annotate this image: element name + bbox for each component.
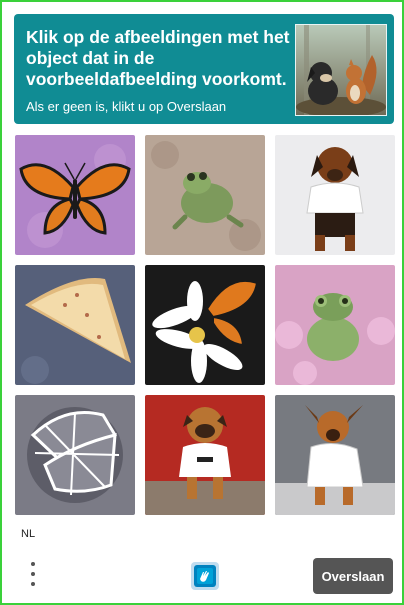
challenge-subtitle: Als er geen is, klikt u op Overslaan <box>26 99 227 114</box>
image-tile[interactable] <box>15 265 135 385</box>
challenge-header: Klik op de afbeeldingen met het object d… <box>14 14 394 124</box>
image-tile[interactable] <box>145 395 265 515</box>
captcha-frame: Klik op de afbeeldingen met het object d… <box>0 0 404 605</box>
image-tile[interactable] <box>145 265 265 385</box>
image-tile[interactable] <box>275 265 395 385</box>
image-tile[interactable] <box>15 395 135 515</box>
image-tile[interactable] <box>15 135 135 255</box>
hcaptcha-logo-icon[interactable] <box>188 559 222 593</box>
image-tile[interactable] <box>275 395 395 515</box>
skip-button[interactable]: Overslaan <box>313 558 393 594</box>
challenge-title: Klik op de afbeeldingen met het object d… <box>26 27 290 89</box>
image-grid <box>15 135 395 515</box>
language-selector[interactable]: NL <box>21 528 35 540</box>
image-tile[interactable] <box>145 135 265 255</box>
more-vertical-icon[interactable] <box>26 562 40 590</box>
example-image <box>295 24 387 116</box>
image-tile[interactable] <box>275 135 395 255</box>
